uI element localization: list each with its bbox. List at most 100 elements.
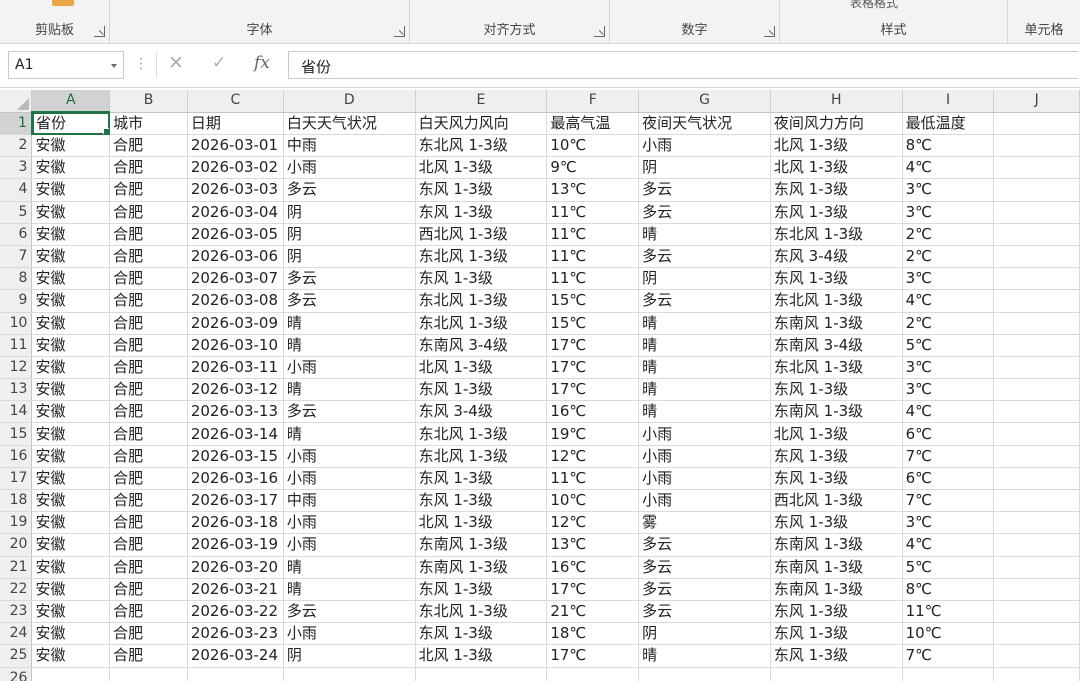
cell-f5[interactable]: 11℃ <box>546 201 640 224</box>
cell-b13[interactable]: 合肥 <box>109 378 188 402</box>
cell-d13[interactable]: 晴 <box>283 378 416 402</box>
cell-h15[interactable]: 北风 1-3级 <box>770 422 903 446</box>
cell-b22[interactable]: 合肥 <box>109 578 188 601</box>
cell-f2[interactable]: 10℃ <box>546 134 640 158</box>
cell-c16[interactable]: 2026-03-15 <box>187 445 284 468</box>
cell-a4[interactable]: 安徽 <box>31 178 111 202</box>
cell-a9[interactable]: 安徽 <box>31 289 111 313</box>
cell-i16[interactable]: 7℃ <box>902 445 995 468</box>
cell-e9[interactable]: 东北风 1-3级 <box>415 289 548 313</box>
cell-i4[interactable]: 3℃ <box>902 178 995 202</box>
cell-g3[interactable]: 阴 <box>638 156 771 180</box>
cell-i19[interactable]: 3℃ <box>902 511 995 535</box>
cell-d1[interactable]: 白天天气状况 <box>283 112 416 135</box>
cell-i6[interactable]: 2℃ <box>902 223 995 246</box>
cell-a23[interactable]: 安徽 <box>31 600 111 624</box>
cell-h21[interactable]: 东南风 1-3级 <box>770 556 903 579</box>
cell-f18[interactable]: 10℃ <box>546 489 640 513</box>
column-header-i[interactable]: I <box>902 90 995 113</box>
row-header[interactable]: 22 <box>0 578 33 601</box>
cell-c10[interactable]: 2026-03-09 <box>187 312 284 335</box>
cell-e25[interactable]: 北风 1-3级 <box>415 644 548 668</box>
cell-j13[interactable] <box>993 378 1080 402</box>
cell-d25[interactable]: 阴 <box>283 644 416 668</box>
row-header[interactable]: 5 <box>0 201 33 224</box>
cell-i11[interactable]: 5℃ <box>902 334 995 357</box>
cell-h26[interactable] <box>770 667 903 681</box>
cell-j25[interactable] <box>993 644 1080 668</box>
cell-i7[interactable]: 2℃ <box>902 245 995 269</box>
cell-d14[interactable]: 多云 <box>283 400 416 424</box>
cell-f11[interactable]: 17℃ <box>546 334 640 357</box>
cell-h2[interactable]: 北风 1-3级 <box>770 134 903 158</box>
cell-c22[interactable]: 2026-03-21 <box>187 578 284 601</box>
cell-d20[interactable]: 小雨 <box>283 533 416 557</box>
cell-e10[interactable]: 东北风 1-3级 <box>415 312 548 335</box>
cell-a3[interactable]: 安徽 <box>31 156 111 180</box>
cell-a19[interactable]: 安徽 <box>31 511 111 535</box>
cell-b2[interactable]: 合肥 <box>109 134 188 158</box>
cell-f14[interactable]: 16℃ <box>546 400 640 424</box>
cell-a26[interactable] <box>31 667 111 681</box>
cell-f16[interactable]: 12℃ <box>546 445 640 468</box>
row-header[interactable]: 18 <box>0 489 33 513</box>
row-header[interactable]: 15 <box>0 422 33 446</box>
insert-function-icon[interactable]: fx <box>254 53 270 73</box>
row-header[interactable]: 23 <box>0 600 33 624</box>
cell-b8[interactable]: 合肥 <box>109 267 188 291</box>
cell-g8[interactable]: 阴 <box>638 267 771 291</box>
cell-g7[interactable]: 多云 <box>638 245 771 269</box>
cell-b14[interactable]: 合肥 <box>109 400 188 424</box>
paste-icon[interactable] <box>52 0 74 6</box>
cell-b3[interactable]: 合肥 <box>109 156 188 180</box>
cell-d7[interactable]: 阴 <box>283 245 416 269</box>
cell-f4[interactable]: 13℃ <box>546 178 640 202</box>
cell-a15[interactable]: 安徽 <box>31 422 111 446</box>
cell-d9[interactable]: 多云 <box>283 289 416 313</box>
cell-i3[interactable]: 4℃ <box>902 156 995 180</box>
row-header[interactable]: 26 <box>0 667 33 681</box>
cell-b17[interactable]: 合肥 <box>109 467 188 491</box>
cell-i23[interactable]: 11℃ <box>902 600 995 624</box>
cell-d4[interactable]: 多云 <box>283 178 416 202</box>
row-header[interactable]: 9 <box>0 289 33 313</box>
cell-j4[interactable] <box>993 178 1080 202</box>
cell-g14[interactable]: 晴 <box>638 400 771 424</box>
cell-i15[interactable]: 6℃ <box>902 422 995 446</box>
cell-g24[interactable]: 阴 <box>638 622 771 646</box>
cell-f9[interactable]: 15℃ <box>546 289 640 313</box>
cell-f19[interactable]: 12℃ <box>546 511 640 535</box>
cell-a18[interactable]: 安徽 <box>31 489 111 513</box>
cell-e15[interactable]: 东北风 1-3级 <box>415 422 548 446</box>
cell-j18[interactable] <box>993 489 1080 513</box>
cell-f7[interactable]: 11℃ <box>546 245 640 269</box>
cell-h18[interactable]: 西北风 1-3级 <box>770 489 903 513</box>
cell-h3[interactable]: 北风 1-3级 <box>770 156 903 180</box>
cell-f23[interactable]: 21℃ <box>546 600 640 624</box>
cell-h23[interactable]: 东风 1-3级 <box>770 600 903 624</box>
cell-b21[interactable]: 合肥 <box>109 556 188 579</box>
cell-d8[interactable]: 多云 <box>283 267 416 291</box>
cell-c26[interactable] <box>187 667 284 681</box>
cell-g16[interactable]: 小雨 <box>638 445 771 468</box>
cell-b16[interactable]: 合肥 <box>109 445 188 468</box>
cell-h12[interactable]: 东北风 1-3级 <box>770 356 903 380</box>
cell-j1[interactable] <box>993 112 1080 135</box>
cell-d24[interactable]: 小雨 <box>283 622 416 646</box>
cell-a10[interactable]: 安徽 <box>31 312 111 335</box>
row-header[interactable]: 2 <box>0 134 33 158</box>
cell-c20[interactable]: 2026-03-19 <box>187 533 284 557</box>
cell-e23[interactable]: 东北风 1-3级 <box>415 600 548 624</box>
cell-a17[interactable]: 安徽 <box>31 467 111 491</box>
cell-f1[interactable]: 最高气温 <box>546 112 640 135</box>
cell-c1[interactable]: 日期 <box>187 112 284 135</box>
worksheet-grid[interactable]: ABCDEFGHIJ 1 省份 城市 日期 白天天气状况 白天风力风向 最高气温 夜间天气状况… <box>0 90 1080 681</box>
row-header[interactable]: 19 <box>0 511 33 535</box>
cell-j3[interactable] <box>993 156 1080 180</box>
cell-j12[interactable] <box>993 356 1080 380</box>
cell-j23[interactable] <box>993 600 1080 624</box>
cell-a8[interactable]: 安徽 <box>31 267 111 291</box>
name-box[interactable]: A1 <box>8 51 124 79</box>
cell-a12[interactable]: 安徽 <box>31 356 111 380</box>
column-header-e[interactable]: E <box>415 90 548 113</box>
